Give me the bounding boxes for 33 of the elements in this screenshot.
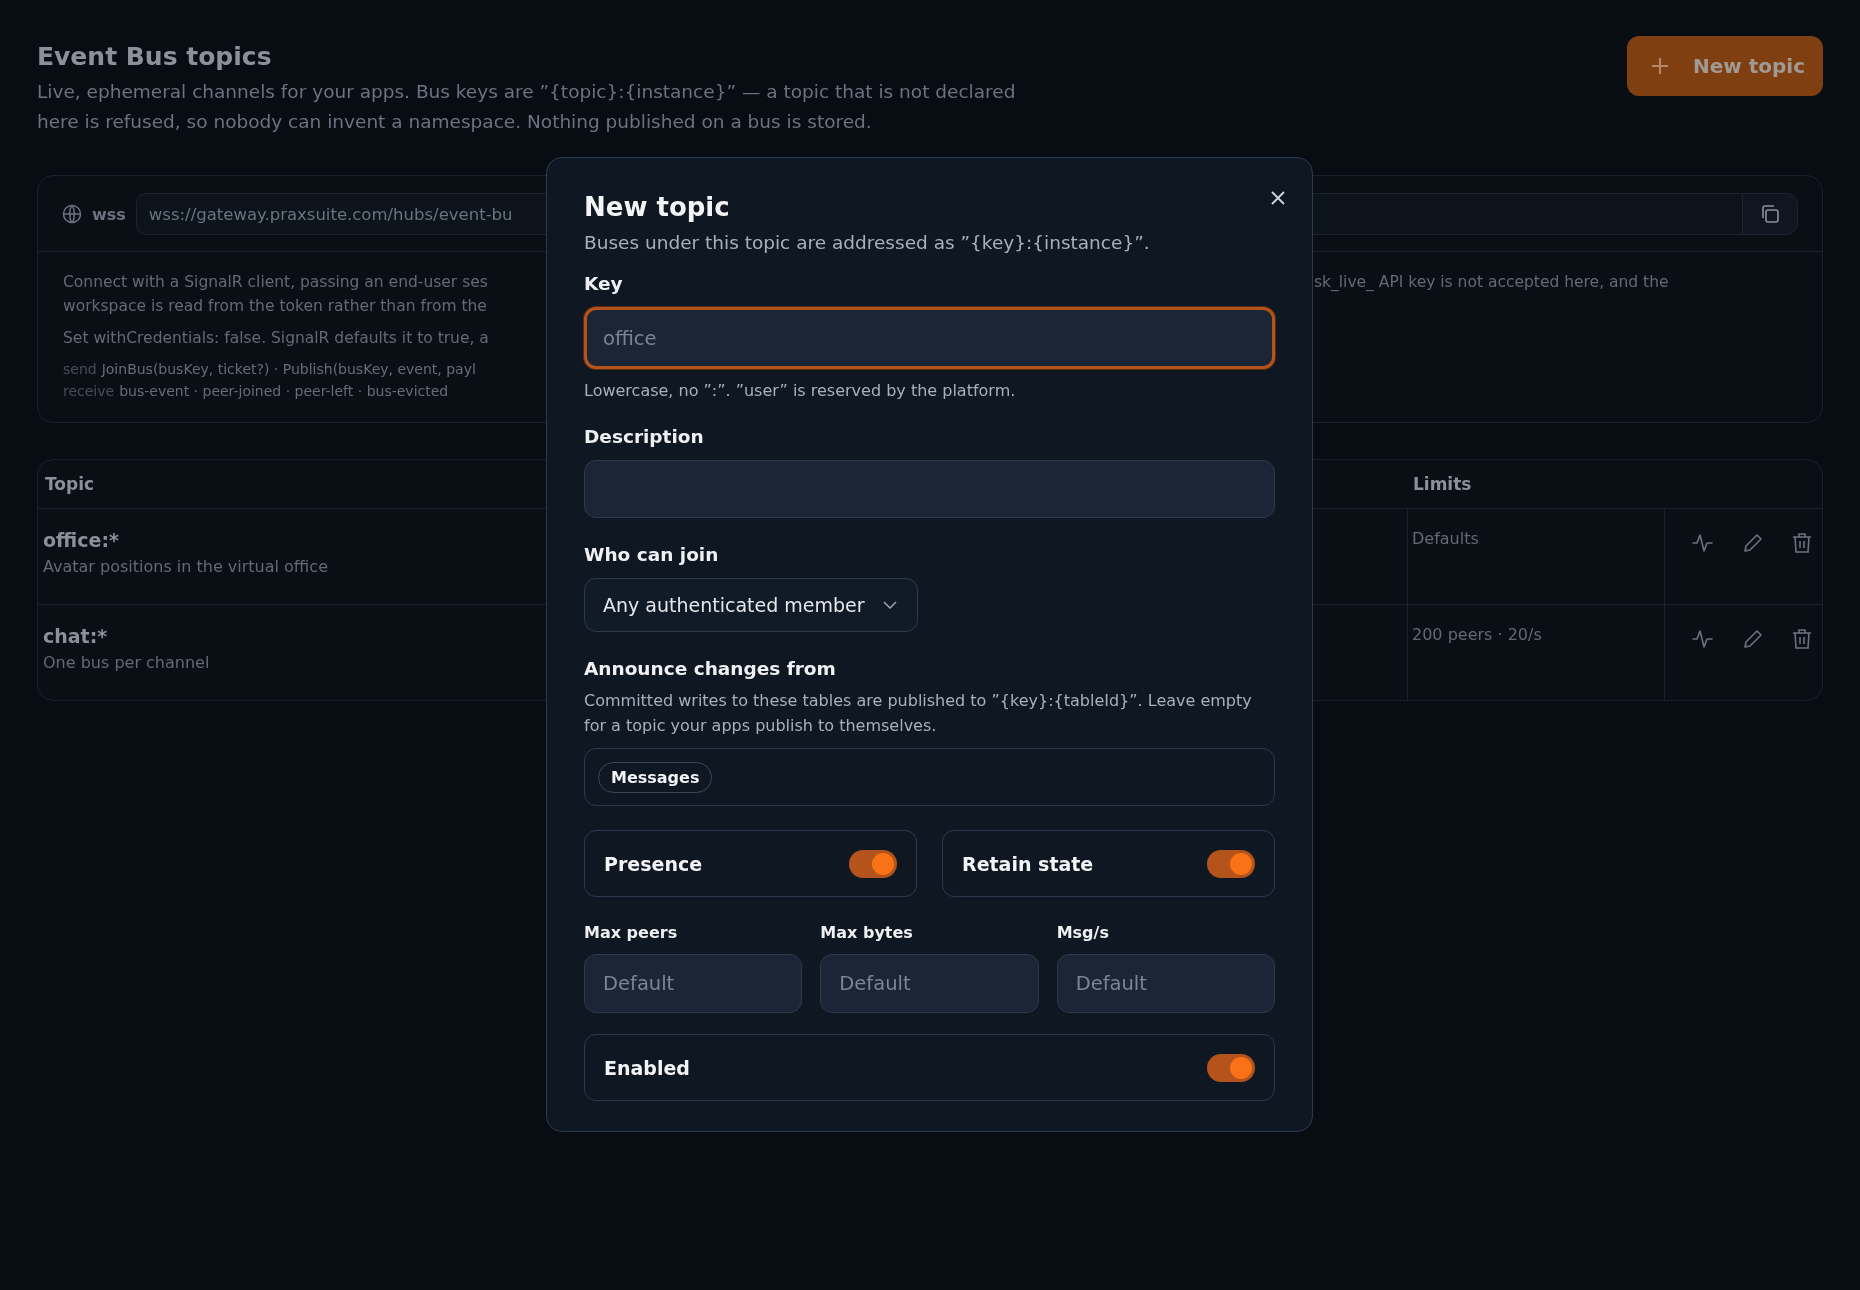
topic-description: One bus per channel (43, 653, 210, 672)
topic-name: office:* (43, 529, 120, 551)
connection-note: sk_live_ API key is not accepted here, and the (1314, 272, 1669, 293)
field-label: Announce changes from (584, 658, 837, 679)
toggle-label: Enabled (604, 1056, 690, 1079)
column-header: Limits (1413, 474, 1472, 494)
method-label: receive (63, 382, 115, 401)
dialog-title: New topic (584, 192, 730, 222)
method-label: send (63, 360, 97, 379)
dialog-subtitle: Buses under this topic are addressed as ”{key}:{instance}”. (584, 232, 1151, 253)
scheme-label: wss (92, 204, 126, 224)
field-label: Key (584, 273, 624, 294)
topic-name: chat:* (43, 625, 109, 647)
field-help: Committed writes to these tables are published to ”{key}:{tableId}”. Leave empty for a topic your apps publish to themselves. (584, 690, 1253, 737)
field-label: Who can join (584, 544, 720, 565)
toggle-label: Presence (604, 852, 703, 875)
field-label: Max peers (584, 923, 679, 942)
field-label: Msg/s (1056, 923, 1110, 942)
connection-note: workspace is read from the token rather than from the (63, 297, 487, 315)
field-hint: Lowercase, no ”:”. ”user” is reserved by the platform. (584, 381, 1017, 400)
toggle-label: Retain state (962, 852, 1094, 875)
topic-description: Avatar positions in the virtual office (43, 557, 328, 576)
page-title: Event Bus topics (37, 42, 273, 71)
connection-note: Connect with a SignalR client, passing an end-user ses (63, 273, 488, 291)
page-description: Live, ephemeral channels for your apps. Bus keys are ”{topic}:{instance}” — a topic that is not declared here is refused, so nobody can invent a namespace. Nothing published on a bus is stored. (37, 80, 1017, 134)
connection-note: Set withCredentials: false. SignalR defaults it to true, a (63, 329, 489, 347)
method-list: bus-event · peer-joined · peer-left · bus-evicted (119, 380, 449, 402)
field-label: Max bytes (820, 923, 914, 942)
field-label: Description (584, 426, 705, 447)
limits-cell: Defaults (1412, 529, 1479, 548)
method-list: JoinBus(busKey, ticket?) · Publish(busKey, event, payl (101, 358, 476, 380)
limits-cell: 200 peers · 20/s (1412, 625, 1542, 644)
column-header: Topic (45, 474, 95, 494)
